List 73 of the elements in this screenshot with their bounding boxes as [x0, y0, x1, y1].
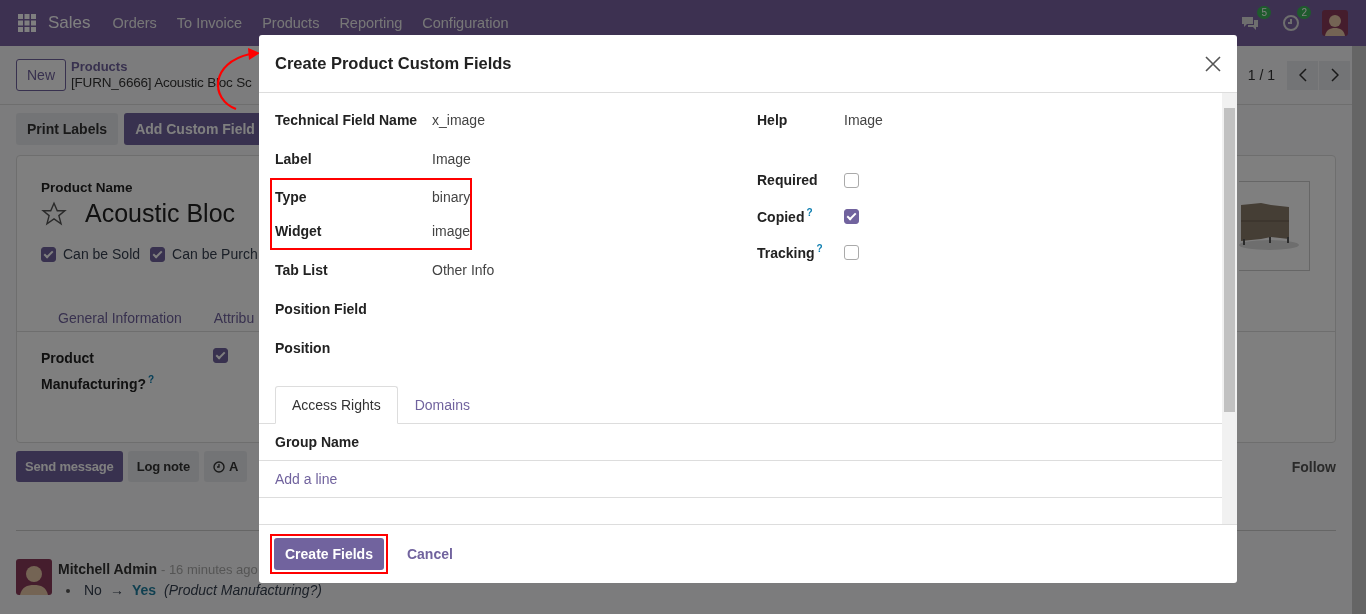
- field-label: Label: [275, 150, 313, 167]
- changed-field: (Product Manufacturing?): [164, 580, 322, 601]
- breadcrumb-link[interactable]: Products: [71, 59, 252, 75]
- field-label: Product Manufacturing?$^{?}$: [41, 349, 156, 394]
- field-value[interactable]: Other Info: [432, 261, 495, 278]
- field-value[interactable]: image: [432, 223, 471, 239]
- close-icon[interactable]: [1205, 55, 1221, 72]
- old-value: No: [84, 581, 102, 600]
- product-title: Acoustic Bloc: [85, 199, 236, 228]
- clock-icon: [212, 460, 225, 473]
- app-name[interactable]: Sales: [48, 13, 91, 33]
- checkbox-label: Can be Purch: [172, 246, 258, 262]
- field-label: Widget: [275, 223, 323, 239]
- chat-icon[interactable]: [1240, 14, 1260, 32]
- dialog-tab[interactable]: Access Rights: [275, 386, 398, 424]
- field-value[interactable]: binary: [432, 189, 471, 205]
- checkbox[interactable]: [150, 246, 166, 262]
- dialog-title: Create Product Custom Fields: [275, 54, 512, 73]
- field-label: Product Name: [41, 180, 134, 195]
- checkbox-label: Can be Sold: [63, 246, 141, 262]
- chatter-button[interactable]: Send message: [16, 451, 123, 482]
- new-value: Yes: [131, 581, 157, 600]
- form-tab[interactable]: General Information: [58, 309, 182, 326]
- menu-item[interactable]: Reporting: [339, 15, 403, 31]
- field-label: Position: [275, 339, 332, 356]
- menu-item[interactable]: Configuration: [422, 15, 509, 31]
- follow-button[interactable]: Follow: [1291, 458, 1336, 475]
- page-scrollbar[interactable]: [1352, 46, 1366, 614]
- checkbox[interactable]: [844, 172, 859, 188]
- notification-badge: 2: [1297, 6, 1311, 19]
- notification-badge: 5: [1257, 6, 1271, 19]
- user-avatar[interactable]: [1322, 10, 1348, 36]
- author-name: Mitchell Admin: [58, 561, 158, 577]
- author-avatar: [16, 559, 52, 595]
- previous-button[interactable]: [1287, 60, 1318, 90]
- field-value[interactable]: Image: [432, 150, 471, 167]
- chatter-button[interactable]: Log note: [127, 451, 199, 482]
- checkbox[interactable]: [844, 244, 859, 260]
- field-label: Tracking$^{?}$: [757, 243, 824, 261]
- pager-value: 1 / 1: [1247, 67, 1275, 83]
- field-label: Type: [275, 189, 308, 205]
- change-arrow: →: [109, 581, 124, 600]
- checkbox[interactable]: [844, 208, 859, 224]
- column-header: Group Name: [275, 434, 359, 450]
- scrollbar[interactable]: [1222, 93, 1237, 524]
- menu-item[interactable]: Products: [262, 15, 320, 31]
- field-label: Required: [757, 172, 819, 188]
- field-label: Technical Field Name: [275, 111, 419, 128]
- clock-icon[interactable]: [1282, 14, 1300, 32]
- field-label: Help: [757, 111, 789, 128]
- field-value[interactable]: x_image: [432, 111, 485, 128]
- action-button[interactable]: Print Labels: [16, 113, 119, 145]
- apps-grid-icon[interactable]: [18, 14, 36, 32]
- field-label: Position Field: [275, 300, 368, 317]
- field-value[interactable]: Image: [844, 111, 883, 128]
- add-line-link[interactable]: Add a line: [275, 471, 338, 487]
- field-label: Tab List: [275, 261, 329, 278]
- star-icon[interactable]: [41, 200, 67, 227]
- chevron-right-icon: [1330, 68, 1339, 82]
- dialog-button[interactable]: Cancel: [395, 538, 464, 570]
- scrollbar-thumb[interactable]: [1224, 108, 1235, 412]
- dialog-tab[interactable]: Domains: [397, 386, 487, 424]
- chevron-left-icon: [1298, 68, 1307, 82]
- chatter-button[interactable]: A: [203, 451, 248, 482]
- field-label: Copied$^{?}$: [757, 207, 814, 225]
- menu-item[interactable]: Orders: [112, 15, 157, 31]
- menu-item[interactable]: To Invoice: [176, 15, 243, 31]
- form-tab[interactable]: Attribu: [213, 309, 255, 326]
- checkbox[interactable]: [213, 348, 228, 363]
- checkbox[interactable]: [41, 246, 56, 262]
- dialog-button[interactable]: Create Fields: [274, 538, 384, 570]
- next-button[interactable]: [1319, 60, 1350, 90]
- new-button[interactable]: New: [16, 59, 66, 91]
